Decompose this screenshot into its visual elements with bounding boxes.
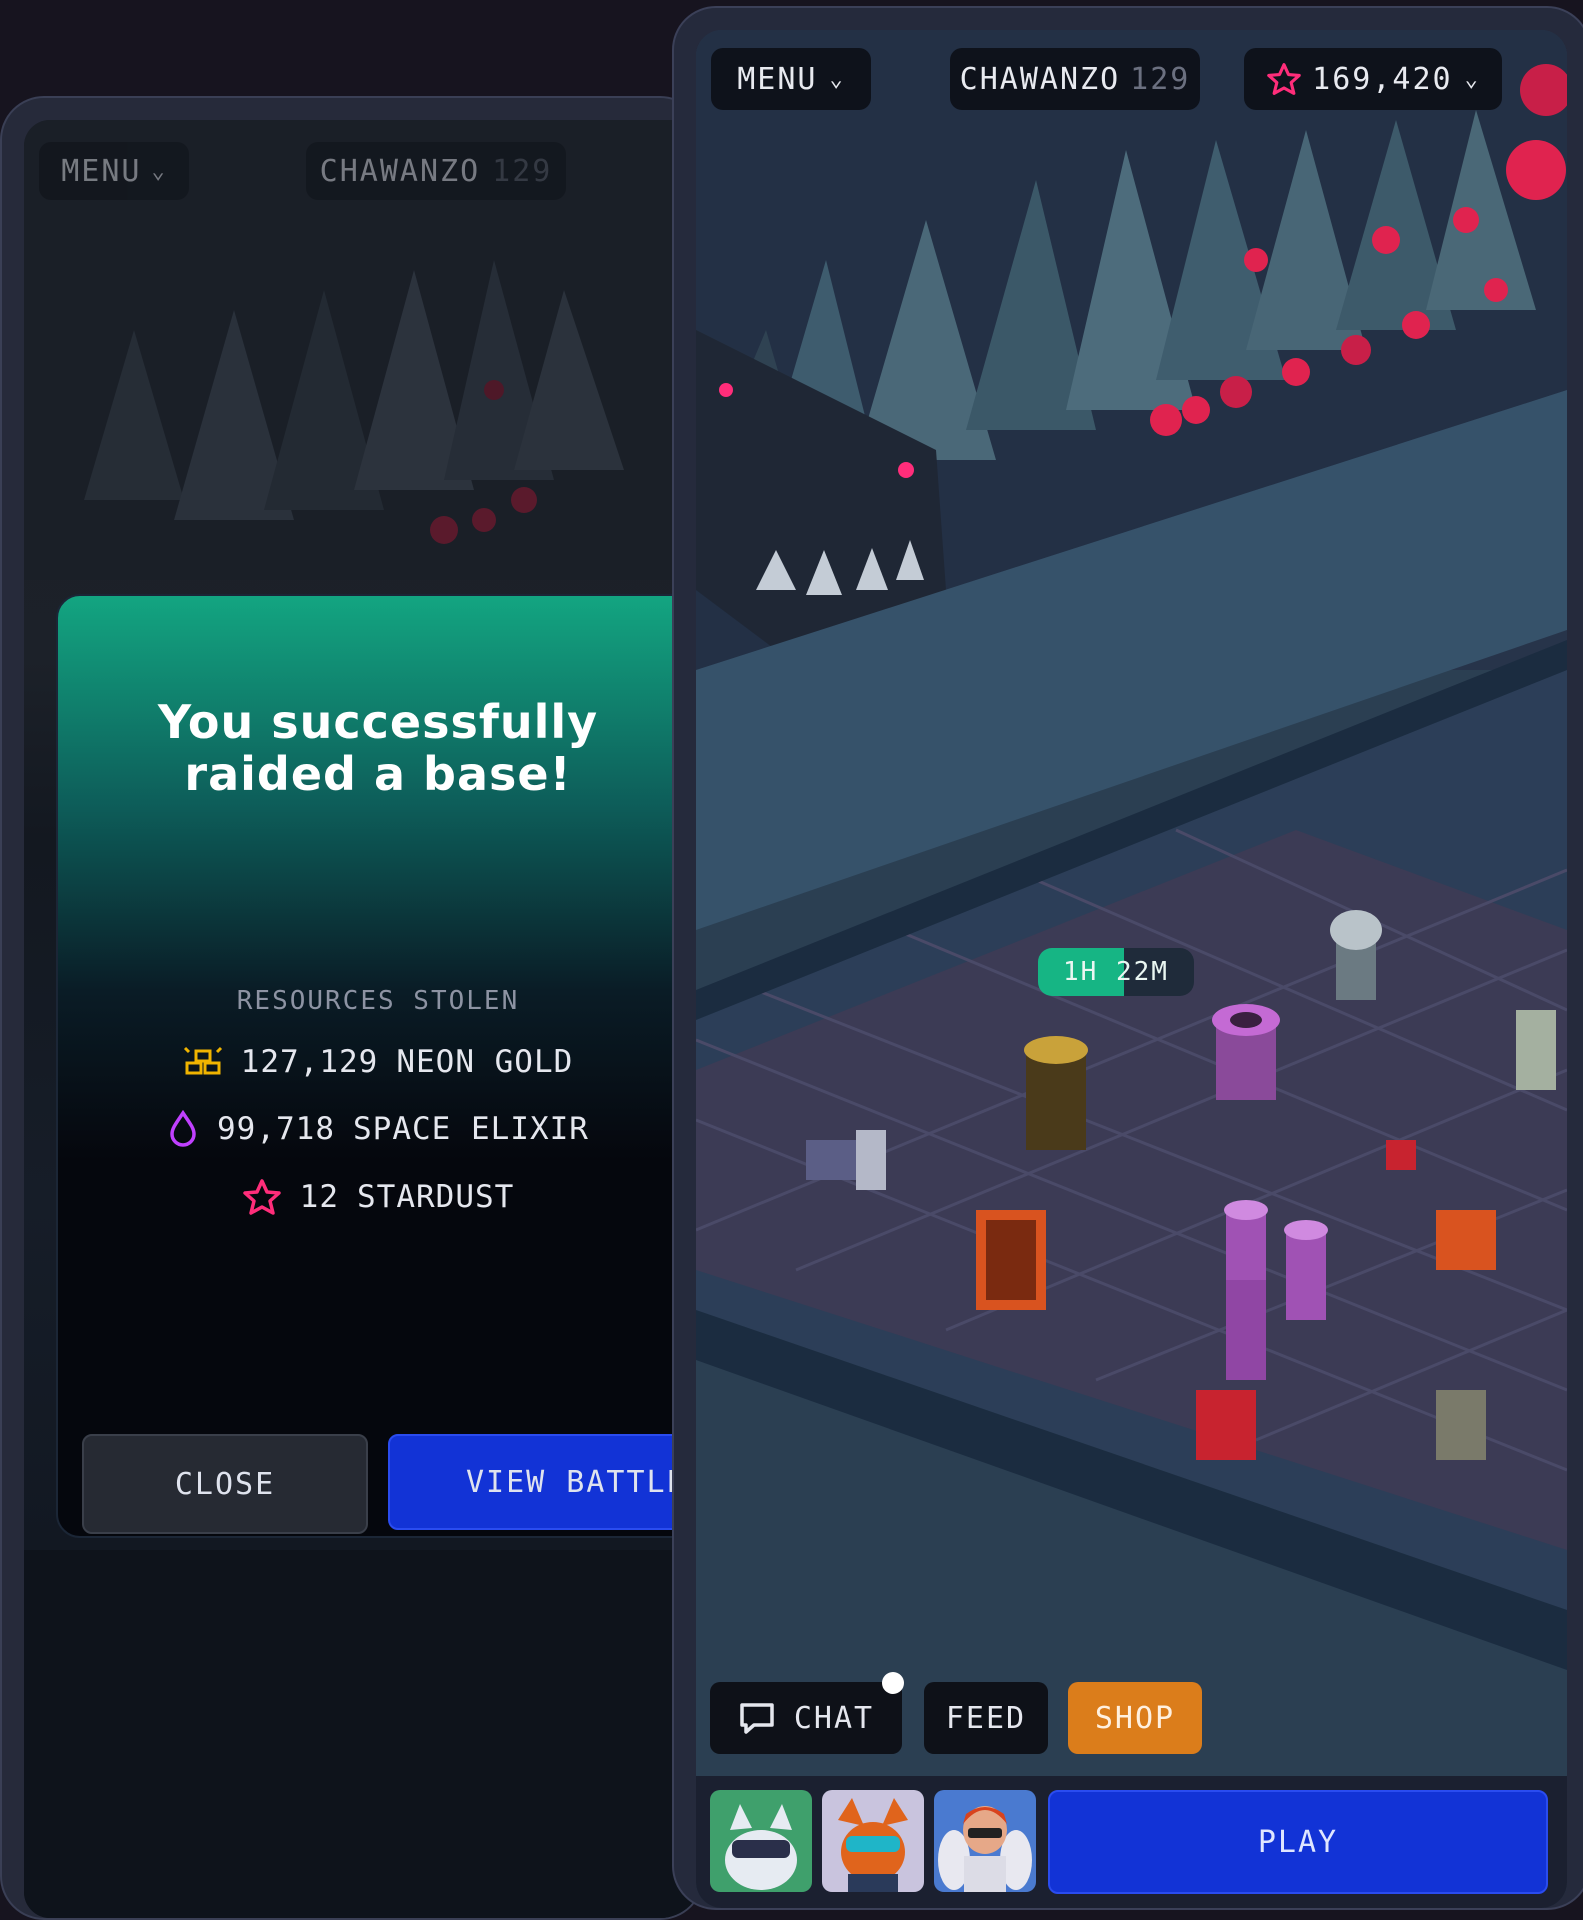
player-level: 129	[1130, 61, 1191, 97]
menu-button-left[interactable]: MENU ⌄	[39, 142, 189, 200]
modal-title: You successfully raided a base!	[58, 696, 698, 800]
modal-title-line1: You successfully	[157, 695, 599, 749]
stardust-star-icon	[242, 1179, 281, 1215]
chat-bubble-icon	[740, 1703, 774, 1734]
menu-label: MENU	[737, 61, 818, 97]
elixir-drop-icon	[170, 1110, 196, 1147]
angel-avatar-icon	[938, 1806, 1032, 1892]
player-name-pill-left[interactable]: CHAWANZO 129	[306, 142, 566, 200]
raccoon-avatar-icon	[725, 1804, 797, 1890]
feed-button[interactable]: FEED	[924, 1682, 1048, 1754]
player-level: 129	[492, 153, 553, 189]
right-phone-frame: MENU ⌄ CHAWANZO 129 169,420 ⌄ 1H 22M CHA…	[672, 6, 1583, 1910]
timer-label: 1H 22M	[1063, 957, 1169, 987]
player-name: CHAWANZO	[319, 153, 481, 189]
view-battle-button[interactable]: VIEW BATTLE	[388, 1434, 702, 1530]
player-name: CHAWANZO	[959, 61, 1121, 97]
chat-label: CHAT	[793, 1700, 875, 1736]
gold-amount: 127,129	[240, 1044, 379, 1080]
gold-bars-icon	[183, 1046, 222, 1075]
play-button[interactable]: PLAY	[1048, 1790, 1548, 1894]
resource-row-elixir: 99,718 SPACE ELIXIR	[58, 1110, 698, 1148]
raid-success-modal: You successfully raided a base! RESOURCE…	[56, 594, 702, 1538]
menu-label: MENU	[61, 153, 142, 189]
elixir-amount: 99,718	[217, 1111, 335, 1147]
chevron-down-icon: ⌄	[1464, 66, 1480, 92]
gold-name: NEON GOLD	[396, 1044, 574, 1080]
chat-button[interactable]: CHAT	[710, 1682, 902, 1754]
left-phone-frame: MENU ⌄ CHAWANZO 129 You successfully rai…	[0, 96, 704, 1920]
modal-title-line2: raided a base!	[184, 747, 572, 801]
left-game-screen: MENU ⌄ CHAWANZO 129 You successfully rai…	[24, 120, 702, 1918]
resource-row-stardust: 12 STARDUST	[58, 1178, 698, 1216]
avatar-raccoon[interactable]	[710, 1790, 812, 1892]
stardust-total: 169,420	[1312, 61, 1453, 97]
close-label: CLOSE	[174, 1466, 276, 1502]
chat-notification-dot	[882, 1672, 904, 1694]
resources-heading: RESOURCES STOLEN	[236, 986, 520, 1016]
player-name-pill[interactable]: CHAWANZO 129	[950, 48, 1200, 110]
play-label: PLAY	[1257, 1824, 1339, 1860]
fox-avatar-icon	[838, 1798, 908, 1892]
stardust-amount: 12	[299, 1179, 339, 1215]
stardust-name: STARDUST	[357, 1179, 515, 1215]
stardust-star-icon	[1267, 63, 1301, 95]
build-timer-badge: 1H 22M	[1038, 948, 1194, 996]
shop-label: SHOP	[1094, 1700, 1176, 1736]
avatar-fox[interactable]	[822, 1790, 924, 1892]
feed-label: FEED	[945, 1700, 1027, 1736]
shop-button[interactable]: SHOP	[1068, 1682, 1202, 1754]
stardust-balance-pill[interactable]: 169,420 ⌄	[1244, 48, 1502, 110]
avatar-angel[interactable]	[934, 1790, 1036, 1892]
menu-button[interactable]: MENU ⌄	[711, 48, 871, 110]
close-button[interactable]: CLOSE	[82, 1434, 368, 1534]
resource-row-gold: 127,129 NEON GOLD	[58, 1044, 698, 1080]
view-battle-label: VIEW BATTLE	[466, 1464, 687, 1500]
chevron-down-icon: ⌄	[829, 66, 845, 92]
elixir-name: SPACE ELIXIR	[353, 1111, 589, 1147]
chevron-down-icon: ⌄	[151, 158, 167, 184]
right-game-screen: MENU ⌄ CHAWANZO 129 169,420 ⌄ 1H 22M CHA…	[696, 30, 1567, 1908]
